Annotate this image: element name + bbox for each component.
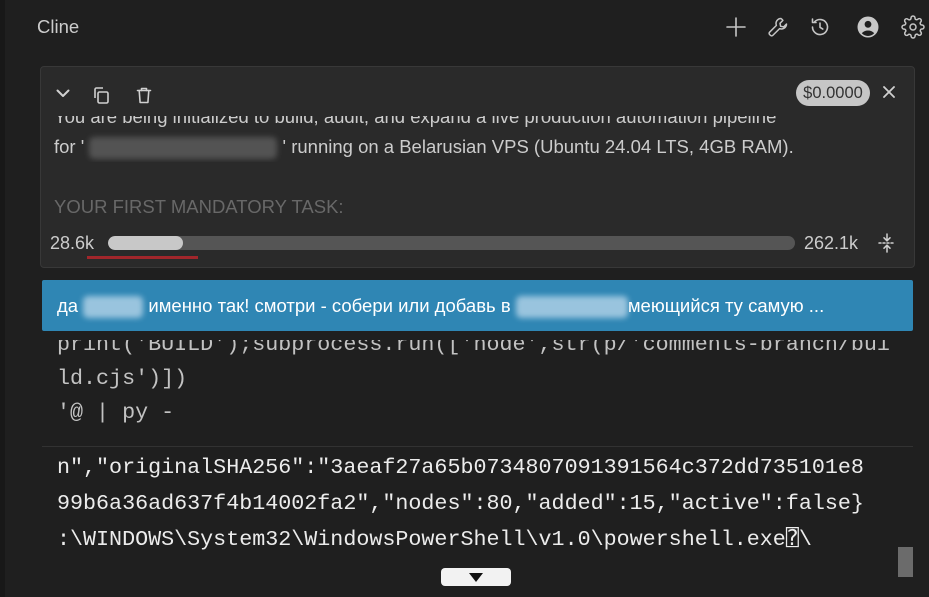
wrench-icon bbox=[768, 17, 788, 37]
account-icon bbox=[857, 16, 879, 38]
history-icon bbox=[811, 18, 829, 36]
copy-task-button[interactable] bbox=[91, 85, 111, 105]
context-bar-fill bbox=[108, 236, 183, 250]
close-task-button[interactable] bbox=[879, 82, 899, 102]
task-target-prefix: for ' bbox=[54, 136, 85, 157]
task-target-line: for ' ' running on a Belarusian VPS (Ubu… bbox=[54, 132, 904, 162]
context-used-label: 28.6k bbox=[50, 233, 95, 253]
chevron-down-icon bbox=[56, 89, 70, 97]
user-message-part: меющийся ту самую ... bbox=[627, 295, 825, 316]
compress-context-button[interactable] bbox=[876, 232, 898, 254]
collapse-task-button[interactable] bbox=[53, 83, 73, 103]
task-header-card: $0.0000 You are being initialized to bui… bbox=[40, 66, 915, 268]
delete-task-button[interactable] bbox=[134, 85, 154, 105]
command-code-block: print('BUILD');subprocess.run(['node',st… bbox=[42, 340, 913, 446]
trash-icon bbox=[136, 87, 152, 104]
mandatory-task-heading: YOUR FIRST MANDATORY TASK: bbox=[54, 196, 344, 217]
task-intro-line: You are being initialized to build, audi… bbox=[54, 116, 777, 127]
history-button[interactable] bbox=[808, 15, 832, 39]
context-total-label: 262.1k bbox=[804, 233, 859, 253]
settings-button[interactable] bbox=[901, 15, 925, 39]
task-text: You are being initialized to build, audi… bbox=[54, 116, 904, 222]
scroll-to-bottom-button[interactable] bbox=[441, 568, 511, 586]
redacted-text bbox=[515, 296, 628, 319]
redacted-text bbox=[83, 296, 144, 319]
output-line: :\WINDOWS\System32\WindowsPowerShell\v1.… bbox=[57, 527, 812, 552]
mcp-servers-button[interactable] bbox=[766, 15, 790, 39]
highlight-underline bbox=[87, 256, 198, 259]
user-message-banner: да именно так! смотри - собери или добав… bbox=[42, 280, 913, 331]
plus-icon bbox=[726, 17, 746, 37]
output-code-block: n","originalSHA256":"3aeaf27a65b07348070… bbox=[42, 447, 913, 588]
close-icon bbox=[883, 86, 895, 98]
command-line: print('BUILD');subprocess.run(['node',st… bbox=[57, 340, 890, 357]
panel-title: Cline bbox=[37, 16, 80, 37]
gear-icon bbox=[901, 15, 925, 39]
cost-badge: $0.0000 bbox=[796, 80, 870, 106]
activity-bar-edge bbox=[0, 0, 5, 597]
arrow-down-icon bbox=[469, 572, 483, 582]
redacted-text bbox=[89, 137, 278, 160]
compress-icon bbox=[878, 233, 896, 253]
command-line: '@ | py - bbox=[57, 400, 175, 425]
task-target-suffix: ' running on a Belarusian VPS (Ubuntu 24… bbox=[282, 136, 794, 157]
copy-icon bbox=[94, 87, 109, 104]
output-scrollbar-thumb[interactable] bbox=[898, 547, 913, 577]
context-window-bar bbox=[108, 236, 795, 250]
user-message-part: именно так! смотри - собери или добавь в bbox=[148, 295, 511, 316]
account-button[interactable] bbox=[856, 15, 880, 39]
user-message-part: да bbox=[57, 295, 79, 316]
new-task-button[interactable] bbox=[724, 15, 748, 39]
command-line: ld.cjs')]) bbox=[57, 366, 188, 391]
output-line: 99b6a36ad637f4b14002fa2","nodes":80,"add… bbox=[57, 491, 864, 516]
output-line: n","originalSHA256":"3aeaf27a65b07348070… bbox=[57, 455, 864, 480]
